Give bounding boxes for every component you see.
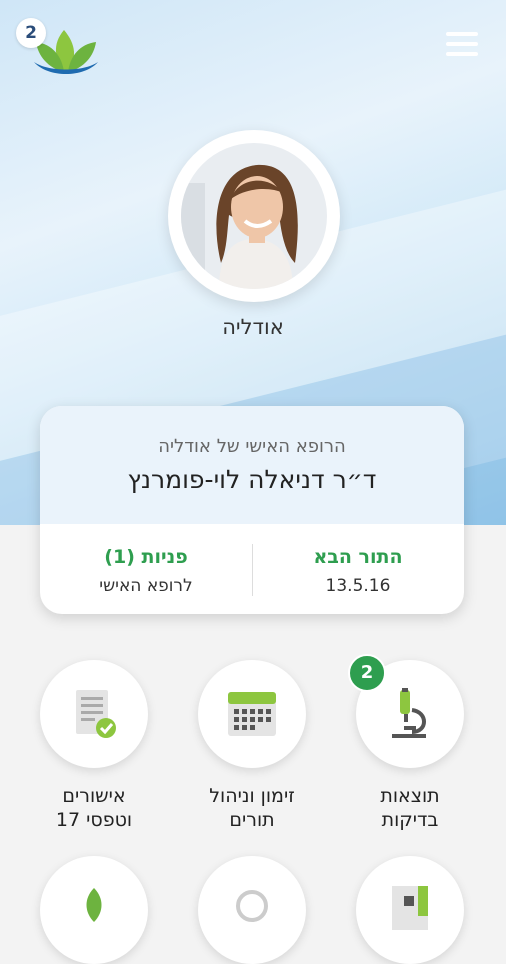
doctor-name: ד״ר דניאלה לוי-פומרנץ — [127, 465, 377, 494]
personal-doctor-card[interactable]: הרופא האישי של אודליה ד״ר דניאלה לוי-פומ… — [40, 406, 464, 614]
next-appointment-date: 13.5.16 — [325, 576, 391, 596]
document-icon — [392, 886, 428, 930]
next-appointment[interactable]: התור הבא 13.5.16 — [252, 546, 464, 596]
inquiries[interactable]: פניות (1) לרופא האישי — [40, 546, 252, 596]
approvals-forms-button[interactable] — [40, 660, 148, 768]
contact-icon — [236, 890, 268, 922]
menu-bar — [446, 32, 478, 36]
document-approved-icon — [76, 690, 116, 738]
profile-photo — [181, 143, 327, 289]
tile-label-line: אישורים — [62, 785, 126, 807]
appointments-button[interactable] — [198, 660, 306, 768]
user-name: אודליה — [222, 315, 284, 339]
microscope-icon — [392, 688, 426, 738]
hamburger-menu-icon[interactable] — [446, 32, 478, 58]
doctor-card-subtitle: הרופא האישי של אודליה — [158, 436, 346, 457]
logo-badge: 2 — [16, 18, 46, 48]
tile-label-line: תוצאות — [380, 785, 440, 807]
tile-label-line: בדיקות — [381, 809, 439, 831]
inquiries-title: פניות (1) — [104, 546, 188, 568]
tile-label-line: וטפסי 17 — [55, 809, 133, 831]
tile-label-line: זימון וניהול — [209, 785, 295, 807]
menu-bar — [446, 42, 478, 46]
next-appointment-title: התור הבא — [313, 546, 403, 568]
test-results-label: תוצאות בדיקות — [335, 784, 485, 832]
approvals-forms-label: אישורים וטפסי 17 — [19, 784, 169, 832]
doctor-info: הרופא האישי של אודליה ד״ר דניאלה לוי-פומ… — [40, 406, 464, 524]
inquiries-subtitle: לרופא האישי — [99, 576, 193, 596]
test-results-badge: 2 — [348, 654, 386, 692]
card-divider — [252, 544, 253, 596]
tile-label-line: תורים — [229, 809, 275, 831]
appointments-label: זימון וניהול תורים — [177, 784, 327, 832]
next-row-tile-right[interactable] — [356, 856, 464, 964]
next-row-tile-center[interactable] — [198, 856, 306, 964]
avatar[interactable] — [168, 130, 340, 302]
calendar-icon — [228, 692, 276, 736]
leaf-icon — [86, 888, 102, 922]
menu-bar — [446, 52, 478, 56]
next-row-tile-left[interactable] — [40, 856, 148, 964]
